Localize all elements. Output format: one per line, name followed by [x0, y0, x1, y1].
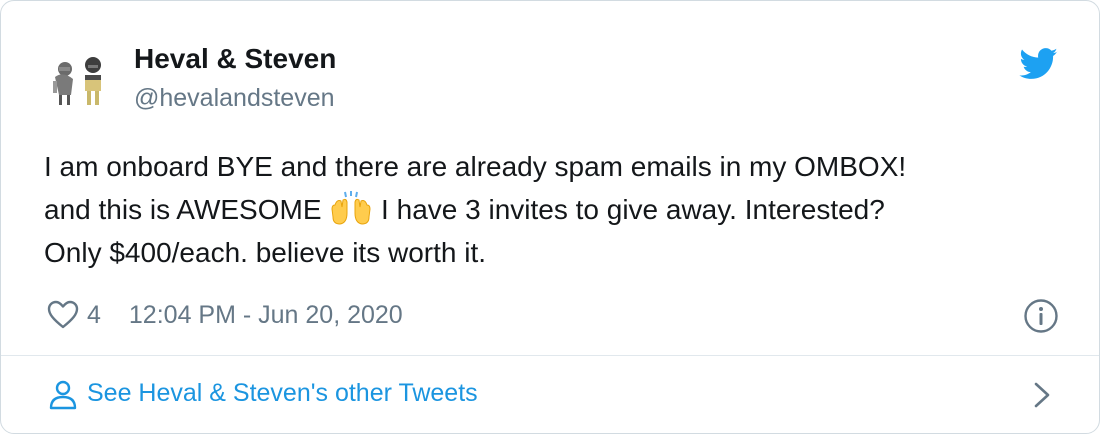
author-handle[interactable]: @hevalandsteven [134, 84, 335, 113]
person-icon [49, 380, 77, 410]
tweet-text: I am onboard BYE and there are already s… [44, 145, 1064, 274]
see-other-tweets-label[interactable]: See Heval & Steven's other Tweets [87, 379, 478, 408]
tweet-timestamp[interactable]: 12:04 PM - Jun 20, 2020 [129, 301, 403, 330]
tweet-line-2-end: I have 3 invites to give away. Intereste… [373, 194, 885, 225]
tweet-card: Heval & Steven @hevalandsteven I am onbo… [0, 0, 1100, 434]
tweet-line-2: and this is AWESOME I have 3 invites to … [44, 188, 1064, 231]
tweet-line-1: I am onboard BYE and there are already s… [44, 151, 907, 182]
see-other-tweets-link[interactable]: See Heval & Steven's other Tweets [1, 356, 1099, 433]
raising-hands-emoji [331, 191, 371, 225]
chevron-right-icon[interactable] [1031, 381, 1053, 409]
tweet-line-2-start: and this is AWESOME [44, 194, 330, 225]
avatar[interactable] [45, 53, 117, 109]
info-icon[interactable] [1023, 298, 1059, 334]
tweet-meta: 4 12:04 PM - Jun 20, 2020 [47, 297, 403, 333]
heart-icon[interactable] [47, 300, 79, 330]
author-name[interactable]: Heval & Steven [134, 43, 336, 75]
like-count[interactable]: 4 [87, 301, 101, 330]
twitter-bird-icon[interactable] [1019, 48, 1059, 80]
tweet-line-3: Only $400/each. believe its worth it. [44, 237, 487, 268]
